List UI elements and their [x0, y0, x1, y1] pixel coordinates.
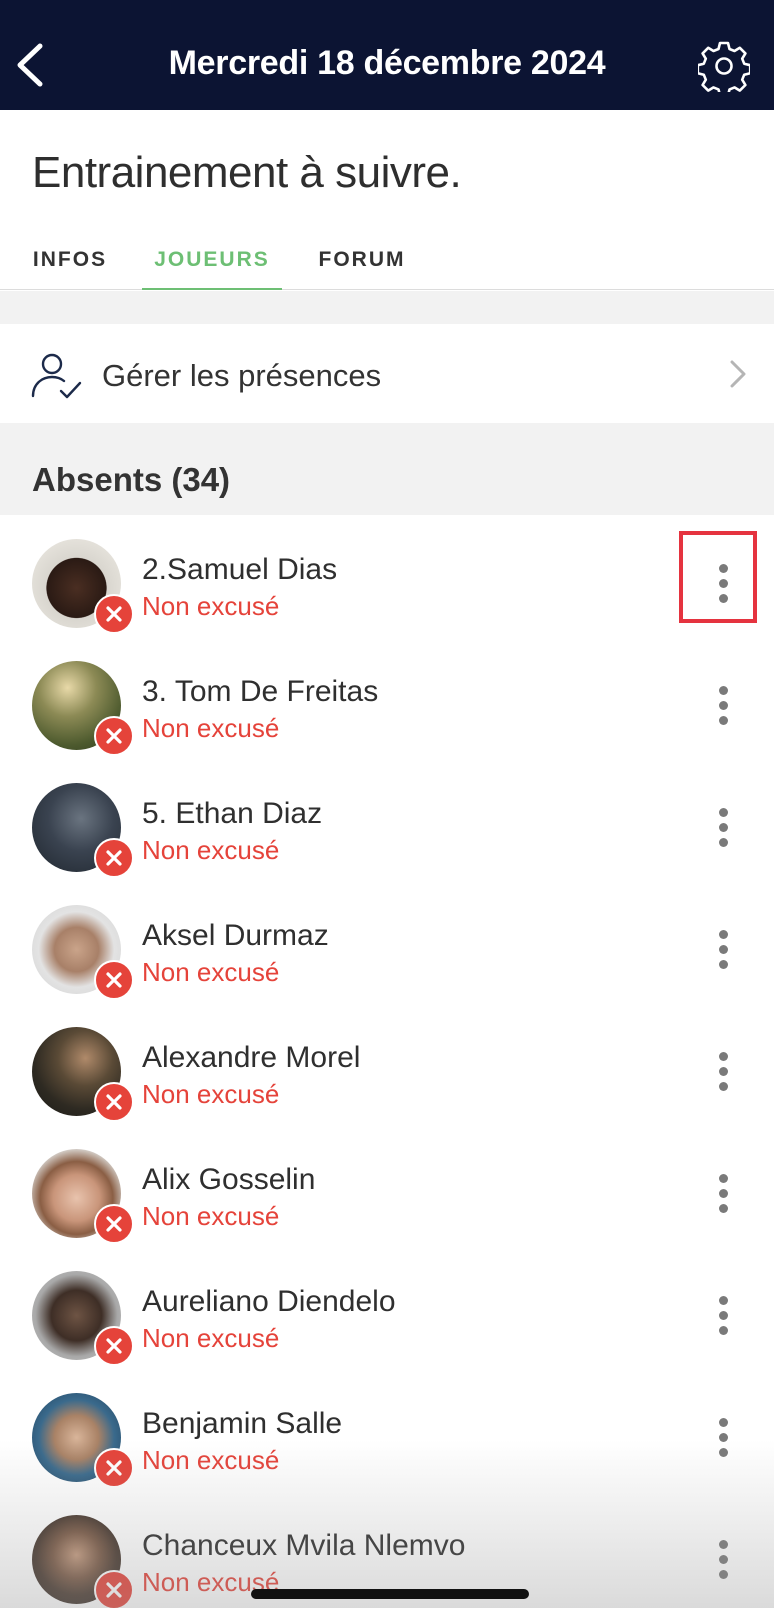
absent-badge	[94, 716, 134, 756]
close-icon	[106, 1582, 122, 1598]
player-row[interactable]: Aksel Durmaz Non excusé	[0, 881, 774, 1003]
tab-forum[interactable]: FORUM	[305, 248, 419, 290]
more-options-button[interactable]	[700, 925, 746, 973]
tab-joueurs[interactable]: JOUEURS	[142, 248, 282, 290]
player-row[interactable]: Alix Gosselin Non excusé	[0, 1125, 774, 1247]
gear-icon	[696, 41, 752, 97]
more-options-button[interactable]	[700, 1169, 746, 1217]
player-name: Benjamin Salle	[142, 1407, 343, 1440]
player-name: Aureliano Diendelo	[142, 1285, 396, 1318]
page-title: Entrainement à suivre.	[32, 148, 462, 197]
player-row[interactable]: Alexandre Morel Non excusé	[0, 1003, 774, 1125]
player-status: Non excusé	[142, 1445, 280, 1475]
settings-button[interactable]	[696, 40, 752, 97]
close-icon	[106, 850, 122, 866]
close-icon	[106, 1460, 122, 1476]
player-name: Aksel Durmaz	[142, 919, 329, 952]
player-name: Alexandre Morel	[142, 1041, 361, 1074]
absent-badge	[94, 1570, 134, 1608]
player-name: 2.Samuel Dias	[142, 553, 338, 586]
player-status: Non excusé	[142, 1323, 280, 1353]
top-app-bar: Mercredi 18 décembre 2024	[0, 0, 774, 110]
close-icon	[106, 728, 122, 744]
close-icon	[106, 972, 122, 988]
absent-section-header: Absents (34)	[0, 423, 774, 515]
player-name: 3. Tom De Freitas	[142, 675, 379, 708]
chevron-right-icon	[730, 360, 746, 388]
player-row[interactable]: 3. Tom De Freitas Non excusé	[0, 637, 774, 759]
close-icon	[106, 1338, 122, 1354]
section-spacer	[0, 291, 774, 324]
highlight-box	[679, 531, 757, 623]
more-options-button[interactable]	[700, 1413, 746, 1461]
player-row[interactable]: Aureliano Diendelo Non excusé	[0, 1247, 774, 1369]
more-options-button[interactable]	[700, 803, 746, 851]
tab-infos[interactable]: INFOS	[18, 248, 122, 290]
tab-bar: INFOS JOUEURS FORUM	[0, 240, 774, 290]
player-row[interactable]: Benjamin Salle Non excusé	[0, 1369, 774, 1491]
player-status: Non excusé	[142, 591, 280, 621]
manage-presences-row[interactable]: Gérer les présences	[0, 324, 774, 423]
player-status: Non excusé	[142, 1201, 280, 1231]
more-options-button[interactable]	[700, 1047, 746, 1095]
absent-badge	[94, 594, 134, 634]
player-status: Non excusé	[142, 957, 280, 987]
home-indicator[interactable]	[251, 1589, 529, 1599]
absent-badge	[94, 1448, 134, 1488]
more-options-button[interactable]	[700, 1535, 746, 1583]
player-name: 5. Ethan Diaz	[142, 797, 323, 830]
more-options-button[interactable]	[700, 1291, 746, 1339]
absent-section-title: Absents (34)	[32, 461, 231, 498]
absent-badge	[94, 960, 134, 1000]
close-icon	[106, 1094, 122, 1110]
player-name: Alix Gosselin	[142, 1163, 316, 1196]
absent-badge	[94, 1204, 134, 1244]
close-icon	[106, 606, 122, 622]
absent-badge	[94, 1326, 134, 1366]
player-row[interactable]: 2.Samuel Dias Non excusé	[0, 515, 774, 637]
player-status: Non excusé	[142, 713, 280, 743]
player-status: Non excusé	[142, 835, 280, 865]
more-options-button[interactable]	[700, 681, 746, 729]
player-status: Non excusé	[142, 1079, 280, 1109]
close-icon	[106, 1216, 122, 1232]
user-check-icon	[31, 353, 82, 399]
absent-badge	[94, 838, 134, 878]
manage-presences-label: Gérer les présences	[102, 358, 382, 393]
player-name: Chanceux Mvila Nlemvo	[142, 1529, 466, 1562]
absent-badge	[94, 1082, 134, 1122]
player-row[interactable]: 5. Ethan Diaz Non excusé	[0, 759, 774, 881]
header-title: Mercredi 18 décembre 2024	[168, 44, 606, 82]
